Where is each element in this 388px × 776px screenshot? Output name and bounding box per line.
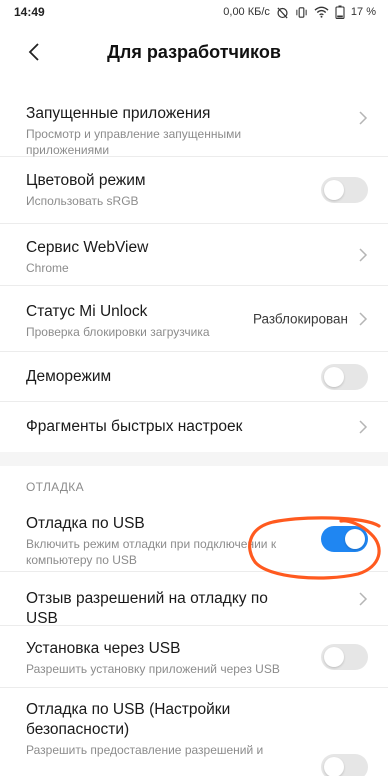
mi-unlock-item[interactable]: Статус Mi Unlock Проверка блокировки заг… — [0, 286, 388, 352]
color-mode-item[interactable]: Цветовой режим Использовать sRGB — [0, 157, 388, 224]
page-title: Для разработчиков — [107, 41, 281, 62]
toggle-knob — [324, 646, 344, 667]
install-via-usb-item[interactable]: Установка через USB Разрешить установку … — [0, 626, 388, 688]
item-title: Установка через USB — [26, 640, 181, 657]
item-title: Сервис WebView — [26, 239, 149, 256]
status-bar: 14:49 0,00 КБ/с 17 % — [0, 0, 388, 24]
battery-level: 17 % — [350, 6, 376, 18]
demo-mode-toggle[interactable] — [321, 363, 368, 390]
status-right: 0,00 КБ/с 17 % — [223, 5, 376, 19]
color-mode-toggle[interactable] — [321, 177, 368, 203]
item-title: Фрагменты быстрых настроек — [26, 418, 243, 435]
chevron-right-icon — [359, 311, 368, 326]
alarm-off-icon — [276, 6, 289, 19]
battery-icon — [335, 5, 345, 19]
item-subtitle: Chrome — [26, 261, 69, 275]
item-title: Отзыв разрешений на отладку по USB — [26, 590, 268, 627]
toggle-knob — [345, 528, 365, 549]
revoke-usb-auth-item[interactable]: Отзыв разрешений на отладку по USB — [0, 572, 388, 627]
usb-debugging-item[interactable]: Отладка по USB Включить режим отладки пр… — [0, 506, 388, 572]
demo-mode-item[interactable]: Деморежим — [0, 352, 388, 402]
toggle-knob — [324, 366, 344, 387]
item-title: Отладка по USB (Настройки безопасности) — [26, 701, 231, 738]
item-title: Статус Mi Unlock — [26, 303, 148, 320]
item-title: Цветовой режим — [26, 172, 146, 189]
page-header: Для разработчиков — [0, 24, 388, 80]
chevron-right-icon — [359, 111, 368, 125]
webview-item[interactable]: Сервис WebView Chrome — [0, 224, 388, 286]
toggle-knob — [324, 757, 344, 776]
item-subtitle: Разрешить установку приложений через USB — [26, 662, 280, 676]
vibrate-icon — [295, 6, 308, 19]
usb-debugging-security-item[interactable]: Отладка по USB (Настройки безопасности) … — [0, 688, 388, 776]
item-subtitle: Просмотр и управление запущенными прилож… — [26, 127, 242, 157]
item-title: Отладка по USB — [26, 515, 145, 532]
usb-security-toggle[interactable] — [321, 754, 368, 776]
chevron-right-icon — [359, 247, 368, 262]
chevron-right-icon — [359, 420, 368, 434]
usb-debugging-toggle[interactable] — [321, 525, 368, 552]
section-divider — [0, 452, 388, 466]
item-subtitle: Включить режим отладки при подключении к… — [26, 537, 277, 567]
item-title: Запущенные приложения — [26, 105, 211, 122]
status-time: 14:49 — [14, 5, 45, 19]
item-title: Деморежим — [26, 368, 112, 385]
item-subtitle: Проверка блокировки загрузчика — [26, 325, 210, 339]
install-via-usb-toggle[interactable] — [321, 643, 368, 670]
item-subtitle: Использовать sRGB — [26, 194, 139, 208]
section-header-debugging: ОТЛАДКА — [26, 480, 84, 494]
toggle-knob — [324, 180, 344, 200]
running-apps-item[interactable]: Запущенные приложения Просмотр и управле… — [0, 80, 388, 157]
item-subtitle: Разрешить предоставление разрешений и — [26, 743, 264, 757]
network-speed: 0,00 КБ/с — [223, 6, 270, 18]
wifi-icon — [314, 6, 329, 18]
mi-unlock-status-value: Разблокирован — [252, 311, 348, 326]
chevron-right-icon — [359, 591, 368, 606]
back-arrow-icon[interactable] — [22, 38, 46, 66]
quick-tiles-item[interactable]: Фрагменты быстрых настроек — [0, 402, 388, 452]
